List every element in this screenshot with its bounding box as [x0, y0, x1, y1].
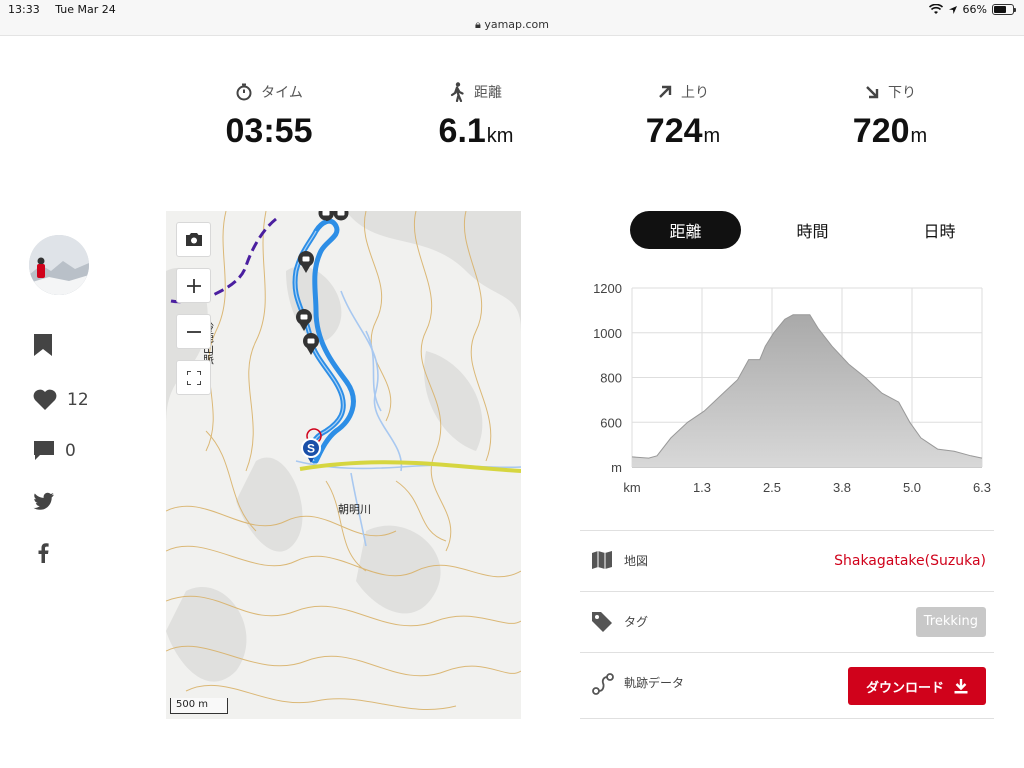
y-tick-label: 1000 — [593, 326, 622, 341]
stat-descent: 下り 720m — [800, 80, 980, 151]
twitter-icon — [33, 492, 54, 510]
like-count: 12 — [67, 389, 89, 410]
facebook-share-button[interactable] — [38, 543, 49, 563]
y-tick-label: 800 — [600, 371, 622, 386]
map-info-link[interactable]: Shakagatake(Suzuka) — [834, 531, 986, 592]
battery-percent: 66% — [962, 3, 987, 16]
y-tick-label: 1200 — [593, 281, 622, 296]
stat-distance: 距離 6.1km — [386, 80, 566, 151]
tag-info-row: タグ Trekking — [580, 591, 994, 652]
elevation-chart[interactable]: m 600 800 1000 1200 km 1.3 2.5 3.8 5.0 6.3 — [580, 276, 1000, 501]
stat-distance-unit: km — [486, 125, 514, 147]
route-map[interactable]: S 朝明川 鈴鹿山脈 — [166, 211, 521, 719]
map-zoom-out-button[interactable] — [176, 314, 211, 349]
tab-distance[interactable]: 距離 — [630, 211, 741, 249]
status-right: 66% — [928, 3, 1016, 16]
avatar[interactable] — [29, 235, 89, 295]
url-text: yamap.com — [484, 18, 550, 31]
stopwatch-icon — [236, 83, 252, 101]
x-tick-label: 2.5 — [763, 480, 781, 495]
heart-icon — [33, 389, 57, 410]
x-tick-label: 1.3 — [693, 480, 711, 495]
map-scale: 500 m — [170, 698, 228, 714]
status-bar: 13:33 Tue Mar 24 🔒︎ yamap.com 66% — [0, 0, 1024, 36]
fullscreen-icon — [186, 370, 201, 385]
y-tick-label: 600 — [600, 415, 622, 430]
download-icon — [954, 678, 968, 693]
route-track-icon — [592, 673, 614, 695]
map-info-label: 地図 — [624, 554, 649, 568]
stat-ascent-unit: m — [703, 125, 721, 147]
stat-time: タイム 03:55 — [179, 80, 359, 151]
map-camera-button[interactable] — [176, 222, 211, 257]
x-tick-label: km — [623, 480, 640, 495]
stat-descent-label: 下り — [888, 85, 916, 101]
map-info-row: 地図 Shakagatake(Suzuka) — [580, 530, 994, 591]
facebook-icon — [38, 543, 49, 563]
download-button-label: ダウンロード — [865, 680, 944, 696]
stat-descent-value: 720 — [852, 112, 910, 150]
battery-icon — [992, 4, 1016, 15]
tab-datetime[interactable]: 日時 — [884, 211, 995, 249]
stat-ascent-value: 724 — [645, 112, 703, 150]
comment-icon — [34, 441, 54, 460]
map-scale-label: 500 m — [176, 699, 209, 710]
arrow-down-right-icon — [866, 86, 879, 99]
stat-distance-label: 距離 — [474, 85, 502, 101]
plus-icon — [186, 278, 201, 293]
tag-icon — [592, 612, 612, 632]
tag-chip-trekking[interactable]: Trekking — [915, 607, 986, 637]
lock-icon: 🔒︎ — [474, 18, 481, 31]
map-zoom-in-button[interactable] — [176, 268, 211, 303]
map-icon — [592, 551, 612, 569]
elevation-chart-svg: m 600 800 1000 1200 km 1.3 2.5 3.8 5.0 6.3 — [593, 281, 991, 495]
status-left: 13:33 Tue Mar 24 — [8, 3, 128, 16]
stat-ascent-label: 上り — [681, 85, 709, 101]
track-info-row: 軌跡データ ダウンロード — [580, 652, 994, 719]
tag-info-label: タグ — [624, 615, 649, 629]
x-tick-label: 5.0 — [903, 480, 921, 495]
track-info-label: 軌跡データ — [624, 676, 685, 690]
bookmark-icon — [34, 334, 52, 356]
like-button[interactable]: 12 — [33, 389, 89, 410]
camera-icon — [185, 233, 202, 246]
stat-time-value: 03:55 — [225, 112, 313, 150]
map-fullscreen-button[interactable] — [176, 360, 211, 395]
status-date: Tue Mar 24 — [55, 3, 116, 16]
minus-icon — [186, 330, 201, 333]
chart-tabs: 距離 時間 日時 — [630, 211, 986, 249]
status-time: 13:33 — [8, 3, 40, 16]
x-tick-label: 6.3 — [973, 480, 991, 495]
map-label-river: 朝明川 — [338, 503, 371, 516]
stat-time-label: タイム — [261, 85, 303, 101]
stat-distance-value: 6.1 — [438, 112, 486, 150]
walking-icon — [450, 82, 464, 102]
url-bar[interactable]: 🔒︎ yamap.com — [0, 18, 1024, 32]
wifi-icon — [928, 4, 943, 14]
x-tick-label: 3.8 — [833, 480, 851, 495]
comment-button[interactable]: 0 — [33, 440, 76, 461]
download-button[interactable]: ダウンロード — [848, 667, 986, 705]
comment-count: 0 — [65, 440, 76, 461]
location-arrow-icon — [948, 5, 957, 14]
start-marker-label: S — [307, 442, 315, 456]
bookmark-button[interactable] — [33, 334, 53, 356]
stat-ascent: 上り 724m — [593, 80, 773, 151]
arrow-up-right-icon — [659, 85, 672, 98]
tab-time[interactable]: 時間 — [757, 211, 868, 249]
twitter-share-button[interactable] — [33, 492, 55, 510]
y-tick-label: m — [611, 460, 622, 475]
stat-descent-unit: m — [910, 125, 928, 147]
